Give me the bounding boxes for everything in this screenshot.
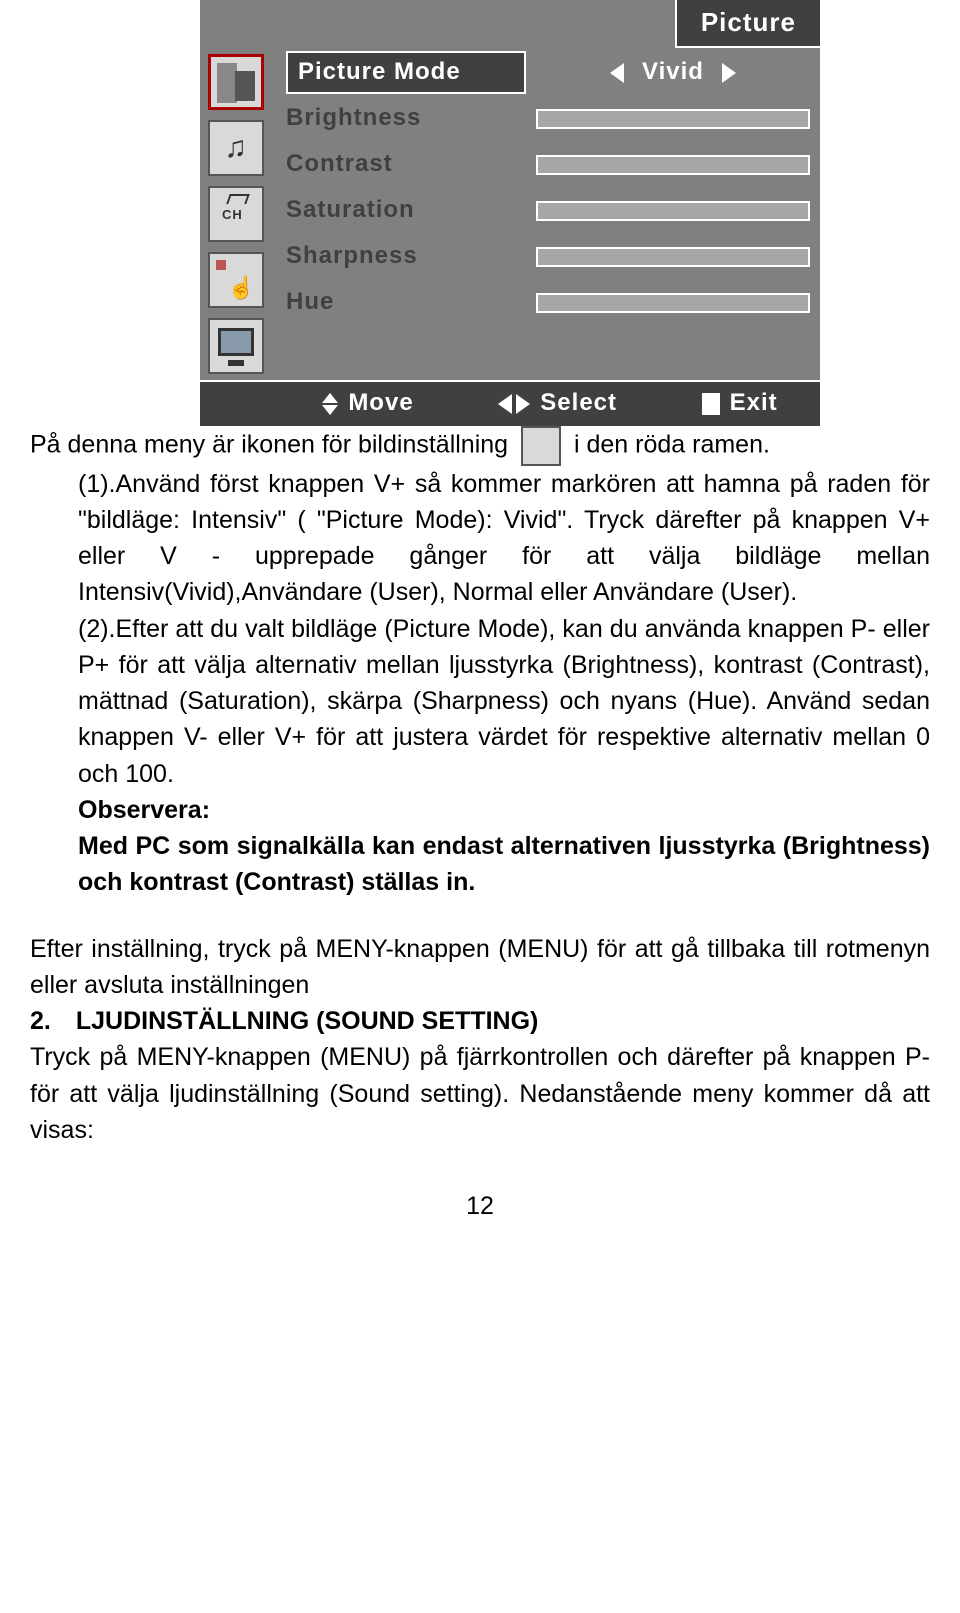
- paragraph-1: (1).Använd först knappen V+ så kommer ma…: [30, 466, 930, 611]
- slider-bar[interactable]: [536, 293, 810, 313]
- intro-text-b: i den röda ramen.: [574, 430, 770, 458]
- observera-body: Med PC som signalkälla kan endast altern…: [30, 828, 930, 901]
- osd-value-selector[interactable]: Vivid: [536, 55, 810, 90]
- picture-category-icon[interactable]: [208, 54, 264, 110]
- section-2-body: Tryck på MENY-knappen (MENU) på fjärrkon…: [30, 1039, 930, 1148]
- sound-category-icon[interactable]: [208, 120, 264, 176]
- osd-title: Picture: [675, 0, 822, 48]
- paragraph-3: Efter inställning, tryck på MENY-knappen…: [30, 931, 930, 1004]
- page-number: 12: [30, 1188, 930, 1224]
- footer-move-label: Move: [348, 386, 413, 421]
- osd-row-sharpness[interactable]: Sharpness: [286, 234, 810, 280]
- osd-body: Picture Mode Vivid Brightness Contrast S…: [200, 48, 820, 380]
- slider-bar[interactable]: [536, 201, 810, 221]
- exit-icon: [702, 393, 720, 415]
- paragraph-2: (2).Efter att du valt bildläge (Picture …: [30, 611, 930, 792]
- slider-bar[interactable]: [536, 109, 810, 129]
- slider-bar[interactable]: [536, 155, 810, 175]
- osd-label: Hue: [286, 285, 526, 320]
- osd-row-saturation[interactable]: Saturation: [286, 188, 810, 234]
- inline-picture-icon: [521, 426, 561, 466]
- left-right-arrows-icon: [498, 394, 530, 414]
- observera-heading: Observera:: [30, 792, 930, 828]
- osd-footer: Move Select Exit: [200, 380, 820, 426]
- up-down-arrows-icon: [322, 393, 338, 415]
- footer-select-label: Select: [540, 386, 617, 421]
- arrow-right-icon[interactable]: [722, 63, 736, 83]
- osd-label: Brightness: [286, 101, 526, 136]
- channel-category-icon[interactable]: [208, 186, 264, 242]
- osd-category-icons: [200, 48, 280, 380]
- document-body: På denna meny är ikonen för bildinställn…: [0, 426, 960, 1285]
- intro-text-a: På denna meny är ikonen för bildinställn…: [30, 430, 508, 458]
- footer-select: Select: [498, 386, 617, 421]
- footer-exit: Exit: [702, 386, 778, 421]
- osd-label: Saturation: [286, 193, 526, 228]
- osd-row-picture-mode[interactable]: Picture Mode Vivid: [286, 50, 810, 96]
- arrow-left-icon[interactable]: [610, 63, 624, 83]
- osd-label: Picture Mode: [286, 51, 526, 94]
- osd-settings-list: Picture Mode Vivid Brightness Contrast S…: [280, 48, 820, 380]
- screen-category-icon[interactable]: [208, 318, 264, 374]
- footer-exit-label: Exit: [730, 386, 778, 421]
- osd-row-brightness[interactable]: Brightness: [286, 96, 810, 142]
- osd-label: Sharpness: [286, 239, 526, 274]
- osd-label: Contrast: [286, 147, 526, 182]
- intro-line: På denna meny är ikonen för bildinställn…: [30, 426, 930, 466]
- slider-bar[interactable]: [536, 247, 810, 267]
- osd-row-contrast[interactable]: Contrast: [286, 142, 810, 188]
- footer-move: Move: [322, 386, 413, 421]
- osd-row-hue[interactable]: Hue: [286, 280, 810, 326]
- osd-value: Vivid: [642, 55, 704, 90]
- function-category-icon[interactable]: [208, 252, 264, 308]
- section-2-heading: 2. LJUDINSTÄLLNING (SOUND SETTING): [30, 1003, 930, 1039]
- osd-panel: Picture Picture Mode Vivid Brightness: [200, 0, 820, 426]
- osd-titlebar: Picture: [200, 0, 820, 48]
